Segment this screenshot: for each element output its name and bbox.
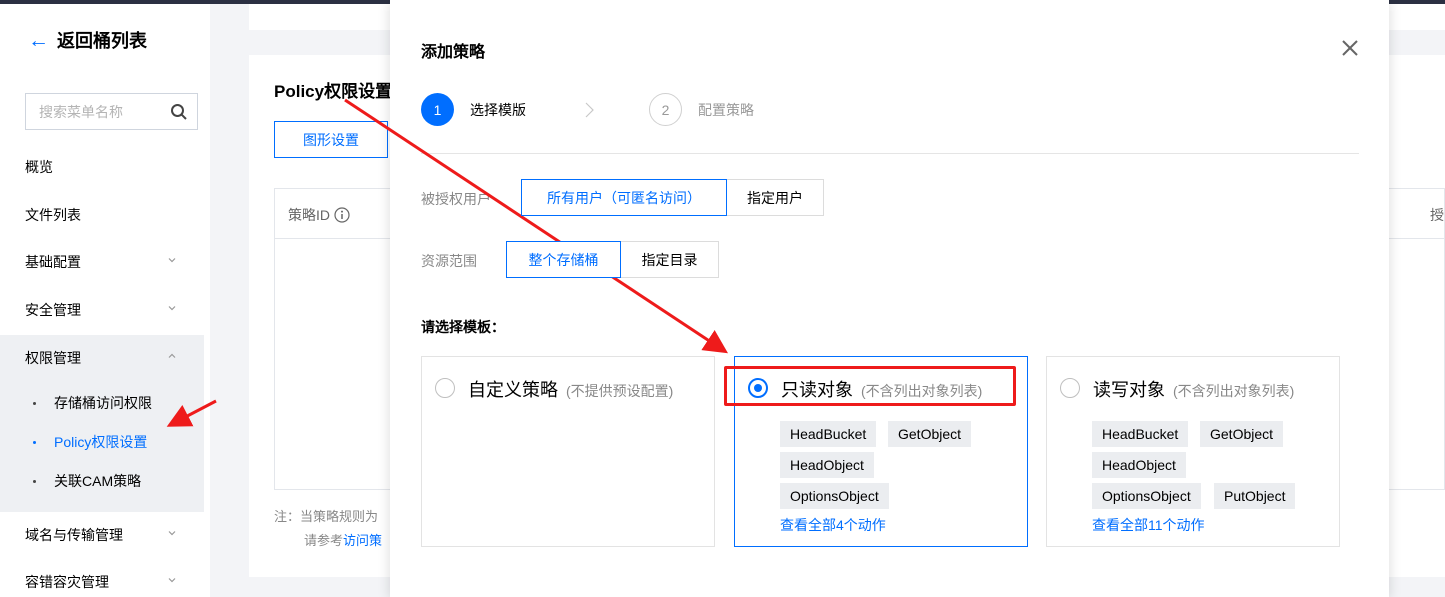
divider (421, 153, 1359, 154)
option-whole-bucket[interactable]: 整个存储桶 (506, 241, 621, 278)
action-tag: HeadObject (780, 452, 874, 478)
add-policy-modal: 添加策略 1 选择模版 2 配置策略 被授权用户 所有用户（可匿名访问） 指定用… (390, 0, 1389, 597)
search-icon[interactable] (170, 103, 188, 121)
action-tag: GetObject (888, 421, 972, 447)
sidebar-subitem-label: 存储桶访问权限 (54, 395, 152, 411)
sidebar-item-permissions[interactable]: 权限管理 (0, 335, 204, 381)
option-all-users[interactable]: 所有用户（可匿名访问） (521, 179, 727, 216)
sidebar-item-basic-config[interactable]: 基础配置 (0, 239, 204, 285)
bullet-icon (33, 480, 36, 483)
step-number: 2 (649, 93, 682, 126)
authorized-user-label: 被授权用户 (421, 191, 491, 207)
sidebar: ← 返回桶列表 概览 文件列表 基础配置 安全管理 权限管理 存储桶访问权限 P… (0, 4, 210, 597)
template-card-custom[interactable]: 自定义策略 (不提供预设配置) (421, 356, 715, 547)
note-prefix: 请参考 (304, 533, 344, 548)
sidebar-item-label: 容错容灾管理 (25, 574, 109, 590)
sidebar-item-file-list[interactable]: 文件列表 (0, 192, 204, 238)
step-select-template: 1 选择模版 (421, 93, 526, 126)
radio-button[interactable] (748, 378, 768, 398)
sidebar-item-label: 权限管理 (25, 350, 81, 366)
action-tag: HeadObject (1092, 452, 1186, 478)
view-all-actions-link[interactable]: 查看全部11个动作 (1092, 515, 1205, 535)
sidebar-subitem-label: 关联CAM策略 (54, 473, 142, 489)
option-specified-directory[interactable]: 指定目录 (620, 241, 719, 278)
step-number: 1 (421, 93, 454, 126)
sidebar-item-label: 域名与传输管理 (25, 527, 123, 543)
template-title-text: 自定义策略 (468, 380, 558, 400)
action-tag: HeadBucket (1092, 421, 1189, 447)
chevron-down-icon (168, 578, 176, 583)
chevron-right-icon (585, 102, 594, 118)
chevron-down-icon (168, 258, 176, 263)
template-subtitle: (不提供预设配置) (566, 383, 674, 399)
menu-search-box (25, 93, 198, 130)
template-title-text: 只读对象 (781, 380, 853, 400)
radio-button[interactable] (1060, 378, 1080, 398)
option-specified-users[interactable]: 指定用户 (726, 179, 824, 216)
policy-note-reference: 请参考访问策 (304, 530, 382, 549)
sidebar-item-label: 文件列表 (25, 207, 81, 223)
chevron-up-icon (168, 353, 176, 358)
column-header-policy-id: 策略ID (288, 205, 350, 225)
view-all-actions-link[interactable]: 查看全部4个动作 (780, 515, 886, 535)
bullet-icon (33, 402, 36, 405)
template-title: 自定义策略 (不提供预设配置) (468, 376, 673, 402)
arrow-left-icon: ← (28, 28, 49, 52)
template-subtitle: (不含列出对象列表) (861, 383, 983, 399)
sidebar-item-security[interactable]: 安全管理 (0, 287, 204, 333)
action-tag: HeadBucket (780, 421, 877, 447)
step-label: 配置策略 (698, 101, 754, 118)
template-section-label: 请选择模板： (421, 319, 505, 335)
sidebar-item-label: 概览 (25, 159, 53, 175)
sidebar-item-label: 安全管理 (25, 302, 81, 318)
template-title-text: 读写对象 (1093, 380, 1165, 400)
action-tag: PutObject (1214, 483, 1296, 509)
radio-button[interactable] (435, 378, 455, 398)
sidebar-subitem-bucket-access[interactable]: 存储桶访问权限 (0, 385, 204, 421)
modal-title: 添加策略 (421, 44, 486, 61)
template-subtitle: (不含列出对象列表) (1173, 383, 1295, 399)
info-icon[interactable] (334, 207, 350, 223)
template-card-read-only[interactable]: 只读对象 (不含列出对象列表) HeadBucket GetObject Head… (734, 356, 1028, 547)
policy-note: 注：当策略规则为 (274, 509, 379, 524)
template-title: 只读对象 (不含列出对象列表) (781, 376, 982, 402)
action-tag: GetObject (1200, 421, 1284, 447)
graph-settings-button[interactable]: 图形设置 (274, 121, 388, 158)
page-title: Policy权限设置 (274, 82, 393, 101)
action-tag: OptionsObject (1092, 483, 1201, 509)
chevron-down-icon (168, 531, 176, 536)
sidebar-subitem-cam-policy[interactable]: 关联CAM策略 (0, 463, 204, 499)
sidebar-item-domain-transfer[interactable]: 域名与传输管理 (0, 512, 204, 558)
action-tag: OptionsObject (780, 483, 889, 509)
chevron-down-icon (168, 306, 176, 311)
sidebar-subitem-label: Policy权限设置 (54, 434, 148, 450)
step-configure-policy: 2 配置策略 (649, 93, 754, 126)
template-card-read-write[interactable]: 读写对象 (不含列出对象列表) HeadBucket GetObject Head… (1046, 356, 1340, 547)
column-header-partial: 授 (1430, 207, 1444, 223)
access-policy-link[interactable]: 访问策 (343, 533, 382, 548)
resource-scope-label: 资源范围 (421, 253, 477, 269)
step-label: 选择模版 (470, 101, 526, 118)
column-header-label: 策略ID (288, 207, 330, 223)
back-to-bucket-list-link[interactable]: ← 返回桶列表 (28, 28, 147, 52)
sidebar-item-fault-tolerance[interactable]: 容错容灾管理 (0, 559, 204, 597)
bullet-icon (33, 441, 36, 444)
template-title: 读写对象 (不含列出对象列表) (1093, 376, 1294, 402)
menu-search-input[interactable] (39, 103, 169, 120)
close-icon[interactable] (1341, 39, 1359, 57)
sidebar-item-overview[interactable]: 概览 (0, 144, 204, 190)
sidebar-item-label: 基础配置 (25, 254, 81, 270)
back-label: 返回桶列表 (57, 31, 147, 51)
sidebar-subitem-policy-settings[interactable]: Policy权限设置 (0, 424, 204, 460)
